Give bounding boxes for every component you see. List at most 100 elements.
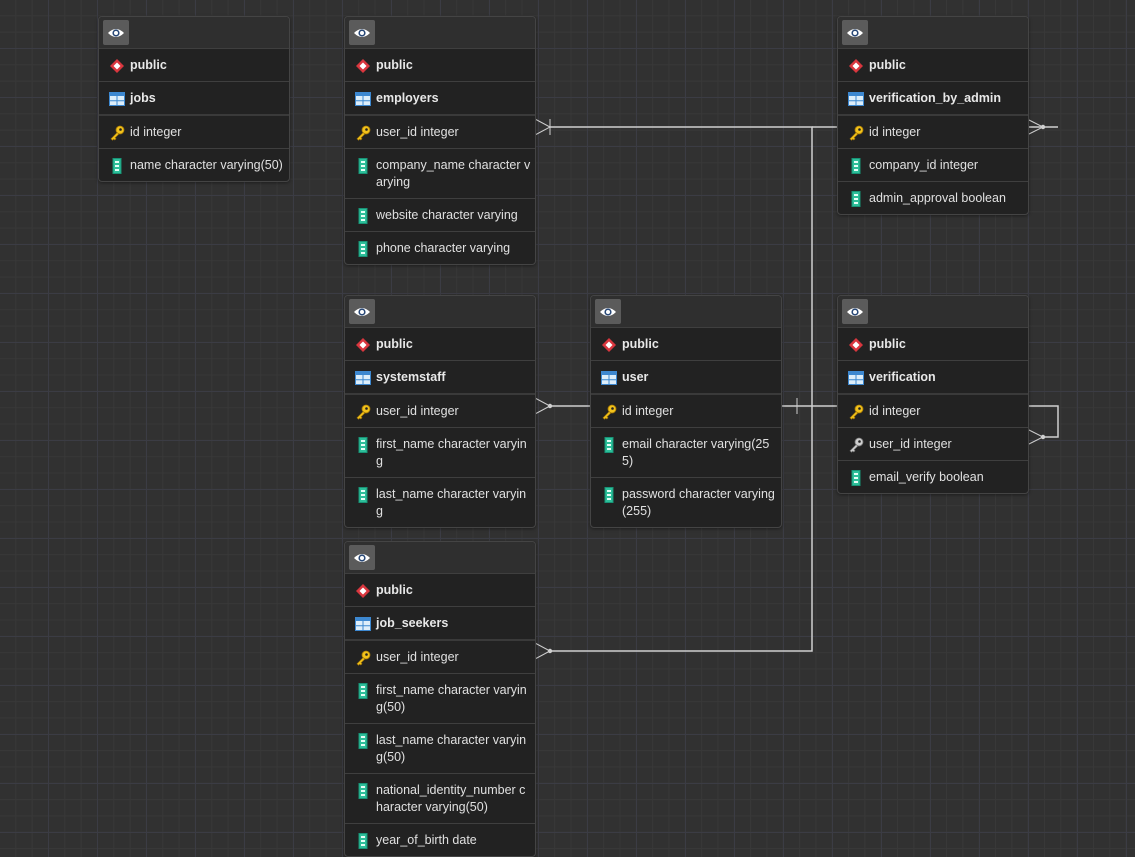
column-text: first_name character varying(50) xyxy=(376,683,527,714)
column-text: name character varying(50) xyxy=(130,158,283,172)
column-row[interactable]: user_id integer xyxy=(345,116,535,149)
view-toggle-button[interactable] xyxy=(103,20,129,45)
schema-diamond-icon xyxy=(109,57,125,74)
column-text: id integer xyxy=(869,404,921,418)
column-text: id integer xyxy=(622,404,674,418)
column-text: user_id integer xyxy=(869,437,952,451)
table-header xyxy=(838,17,1028,49)
column-text: email_verify boolean xyxy=(869,470,984,484)
primary-key-icon xyxy=(601,403,617,420)
column-row[interactable]: company_name character varying xyxy=(345,149,535,199)
view-toggle-button[interactable] xyxy=(842,20,868,45)
column-row[interactable]: id integer xyxy=(838,116,1028,149)
view-toggle-button[interactable] xyxy=(842,299,868,324)
column-icon xyxy=(601,436,617,453)
schema-diamond-icon xyxy=(355,582,371,599)
primary-key-icon xyxy=(848,124,864,141)
column-icon xyxy=(355,782,371,799)
column-row[interactable]: website character varying xyxy=(345,199,535,232)
schema-name: public xyxy=(376,58,413,72)
erd-canvas[interactable]: public jobs id integer name character var… xyxy=(0,0,1135,857)
table-grid-icon xyxy=(355,369,371,386)
schema-row[interactable]: public xyxy=(591,328,781,361)
table-name-row[interactable]: systemstaff xyxy=(345,361,535,395)
column-icon xyxy=(109,157,125,174)
column-row[interactable]: user_id integer xyxy=(345,395,535,428)
schema-row[interactable]: public xyxy=(345,328,535,361)
view-toggle-button[interactable] xyxy=(349,545,375,570)
column-icon xyxy=(355,832,371,849)
table-jobs[interactable]: public jobs id integer name character var… xyxy=(98,16,290,182)
table-header xyxy=(838,296,1028,328)
table-verification[interactable]: public verification id integer user_id in… xyxy=(837,295,1029,494)
column-text: id integer xyxy=(130,125,182,139)
schema-diamond-icon xyxy=(848,57,864,74)
table-header xyxy=(345,542,535,574)
column-row[interactable]: id integer xyxy=(99,116,289,149)
column-text: last_name character varying xyxy=(376,487,527,518)
column-row[interactable]: email character varying(255) xyxy=(591,428,781,478)
crows-foot-verification xyxy=(1026,428,1045,446)
column-icon xyxy=(355,240,371,257)
table-employers[interactable]: public employers user_id integer company_… xyxy=(344,16,536,265)
table-header xyxy=(591,296,781,328)
table-user[interactable]: public user id integer email character va… xyxy=(590,295,782,528)
table-name-row[interactable]: user xyxy=(591,361,781,395)
column-row[interactable]: first_name character varying xyxy=(345,428,535,478)
view-toggle-button[interactable] xyxy=(349,20,375,45)
table-name-row[interactable]: verification_by_admin xyxy=(838,82,1028,116)
table-grid-icon xyxy=(601,369,617,386)
column-icon xyxy=(848,469,864,486)
column-text: user_id integer xyxy=(376,650,459,664)
view-toggle-button[interactable] xyxy=(595,299,621,324)
table-name: verification xyxy=(869,370,936,384)
table-name-row[interactable]: job_seekers xyxy=(345,607,535,641)
table-name-row[interactable]: jobs xyxy=(99,82,289,116)
schema-name: public xyxy=(130,58,167,72)
eye-icon xyxy=(600,307,616,316)
schema-row[interactable]: public xyxy=(345,49,535,82)
table-name: jobs xyxy=(130,91,156,105)
column-row[interactable]: id integer xyxy=(591,395,781,428)
relationship-line-verification-self[interactable] xyxy=(1026,405,1059,438)
table-job-seekers[interactable]: public job_seekers user_id integer first_… xyxy=(344,541,536,857)
primary-key-icon xyxy=(355,649,371,666)
column-row[interactable]: name character varying(50) xyxy=(99,149,289,181)
schema-diamond-icon xyxy=(601,336,617,353)
column-row[interactable]: first_name character varying(50) xyxy=(345,674,535,724)
crows-foot-verification-by-admin xyxy=(1026,118,1045,136)
schema-row[interactable]: public xyxy=(838,328,1028,361)
eye-icon xyxy=(108,28,124,37)
schema-row[interactable]: public xyxy=(345,574,535,607)
table-grid-icon xyxy=(848,90,864,107)
schema-name: public xyxy=(869,58,906,72)
column-row[interactable]: email_verify boolean xyxy=(838,461,1028,493)
column-row[interactable]: last_name character varying xyxy=(345,478,535,527)
eye-icon xyxy=(354,553,370,562)
column-row[interactable]: national_identity_number character varyi… xyxy=(345,774,535,824)
table-systemstaff[interactable]: public systemstaff user_id integer first_… xyxy=(344,295,536,528)
table-name-row[interactable]: employers xyxy=(345,82,535,116)
column-row[interactable]: id integer xyxy=(838,395,1028,428)
column-text: user_id integer xyxy=(376,404,459,418)
column-row[interactable]: user_id integer xyxy=(838,428,1028,461)
foreign-key-icon xyxy=(848,436,864,453)
column-row[interactable]: year_of_birth date xyxy=(345,824,535,856)
schema-row[interactable]: public xyxy=(99,49,289,82)
view-toggle-button[interactable] xyxy=(349,299,375,324)
column-row[interactable]: phone character varying xyxy=(345,232,535,264)
column-row[interactable]: password character varying(255) xyxy=(591,478,781,527)
column-row[interactable]: last_name character varying(50) xyxy=(345,724,535,774)
table-name: verification_by_admin xyxy=(869,91,1001,105)
table-name: employers xyxy=(376,91,439,105)
crows-foot-systemstaff xyxy=(534,397,552,415)
schema-row[interactable]: public xyxy=(838,49,1028,82)
column-row[interactable]: admin_approval boolean xyxy=(838,182,1028,214)
table-header xyxy=(345,296,535,328)
table-name-row[interactable]: verification xyxy=(838,361,1028,395)
column-text: year_of_birth date xyxy=(376,833,477,847)
table-verification-by-admin[interactable]: public verification_by_admin id integer c… xyxy=(837,16,1029,215)
column-row[interactable]: user_id integer xyxy=(345,641,535,674)
eye-icon xyxy=(354,28,370,37)
column-row[interactable]: company_id integer xyxy=(838,149,1028,182)
